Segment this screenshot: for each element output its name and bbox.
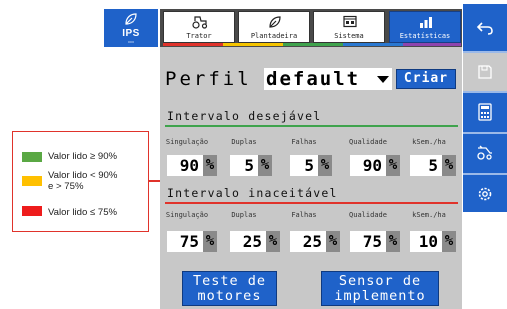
- unacceptable-doubles-field[interactable]: 25 %: [230, 231, 280, 252]
- column-header: kSem./ha: [412, 138, 446, 146]
- unacceptable-singulation-field[interactable]: 75 %: [167, 231, 217, 252]
- percent-unit: %: [326, 231, 340, 252]
- desired-interval-line: [165, 125, 458, 127]
- save-icon: [478, 65, 492, 79]
- column-header: Singulação: [165, 211, 209, 219]
- percent-unit: %: [442, 155, 456, 176]
- color-stripe: [163, 43, 223, 46]
- bar-chart-icon: [420, 17, 432, 28]
- color-stripe: [283, 43, 343, 46]
- percent-unit: %: [318, 155, 332, 176]
- percent-unit: %: [266, 231, 280, 252]
- calculator-icon: [478, 103, 492, 121]
- tab-label: Estatísticas: [399, 32, 451, 40]
- tab-trator[interactable]: Trator: [163, 11, 235, 43]
- field-value: 90: [362, 156, 382, 175]
- color-stripe: [403, 43, 461, 46]
- column-header: Falhas: [291, 138, 317, 146]
- color-stripe: [343, 43, 403, 46]
- motor-test-button[interactable]: Teste de motores: [182, 271, 277, 306]
- field-value: 75: [362, 232, 382, 251]
- leaf-icon: [125, 13, 137, 25]
- tab-label: Sistema: [334, 32, 364, 40]
- desired-failures-field[interactable]: 5 %: [290, 155, 332, 176]
- column-header: Qualidade: [349, 138, 387, 146]
- column-header: Duplas: [231, 211, 257, 219]
- create-profile-button[interactable]: Criar: [396, 69, 456, 89]
- field-value: 75: [179, 232, 199, 251]
- right-sidebar: [463, 4, 507, 212]
- calculator-button[interactable]: [463, 93, 507, 131]
- planter-icon: [477, 145, 492, 160]
- field-value: 25: [242, 232, 262, 251]
- percent-unit: %: [203, 155, 217, 176]
- settings-button[interactable]: [463, 175, 507, 213]
- tab-label: Trator: [186, 32, 212, 40]
- unacceptable-interval-line: [165, 202, 458, 204]
- desired-interval-title: Intervalo desejável: [167, 109, 322, 123]
- tab-plantadeira[interactable]: Plantadeira: [238, 11, 310, 43]
- percent-unit: %: [258, 155, 272, 176]
- screen-icon: [343, 15, 357, 28]
- column-header: Qualidade: [349, 211, 387, 219]
- percent-unit: %: [203, 231, 217, 252]
- field-value: 5: [304, 156, 314, 175]
- tab-label: Plantadeira: [250, 32, 298, 40]
- unacceptable-kseeds-field[interactable]: 10 %: [410, 231, 456, 252]
- column-header: Singulação: [165, 138, 209, 146]
- tab-sistema[interactable]: Sistema: [313, 11, 385, 43]
- tractor-icon: [192, 16, 208, 29]
- percent-unit: %: [442, 231, 456, 252]
- desired-singulation-field[interactable]: 90 %: [167, 155, 217, 176]
- leaf-icon: [269, 16, 281, 28]
- profile-label: Perfil: [165, 68, 252, 90]
- legend-label: Valor lido ≥ 90%: [48, 151, 118, 162]
- desired-kseeds-field[interactable]: 5 %: [410, 155, 456, 176]
- percent-unit: %: [386, 231, 400, 252]
- legend-label: Valor lido < 90% e > 75%: [48, 170, 118, 192]
- unacceptable-failures-field[interactable]: 25 %: [290, 231, 340, 252]
- field-value: 90: [179, 156, 199, 175]
- profile-selected-value: default: [266, 68, 361, 90]
- color-stripe: [223, 43, 283, 46]
- ips-logo[interactable]: IPS xxx: [104, 9, 158, 47]
- implement-sensor-button[interactable]: Sensor de implemento: [321, 271, 439, 306]
- back-button[interactable]: [463, 9, 507, 47]
- field-value: 25: [302, 232, 322, 251]
- field-value: 10: [418, 232, 438, 251]
- percent-unit: %: [386, 155, 400, 176]
- legend-swatch-yellow: [22, 176, 42, 186]
- legend-swatch-green: [22, 152, 42, 162]
- field-value: 5: [428, 156, 438, 175]
- legend-label: Valor lido ≤ 75%: [48, 207, 118, 218]
- save-button[interactable]: [463, 53, 507, 91]
- profile-dropdown[interactable]: default: [264, 68, 392, 90]
- legend-swatch-red: [22, 206, 42, 216]
- column-header: Falhas: [291, 211, 317, 219]
- desired-doubles-field[interactable]: 5 %: [230, 155, 272, 176]
- back-arrow-icon: [476, 22, 493, 35]
- settings-gear-icon: [478, 187, 492, 201]
- logo-subtext: xxx: [127, 40, 135, 44]
- planter-button[interactable]: [463, 134, 507, 172]
- chevron-down-icon: [377, 76, 389, 83]
- column-header: kSem./ha: [412, 211, 446, 219]
- field-value: 5: [244, 156, 254, 175]
- unacceptable-interval-title: Intervalo inaceitável: [167, 186, 338, 200]
- unacceptable-quality-field[interactable]: 75 %: [350, 231, 400, 252]
- column-header: Duplas: [231, 138, 257, 146]
- color-legend: Valor lido ≥ 90% Valor lido < 90% e > 75…: [12, 131, 149, 232]
- desired-quality-field[interactable]: 90 %: [350, 155, 400, 176]
- tab-estatisticas[interactable]: Estatísticas: [389, 11, 461, 43]
- logo-text: IPS: [122, 28, 140, 39]
